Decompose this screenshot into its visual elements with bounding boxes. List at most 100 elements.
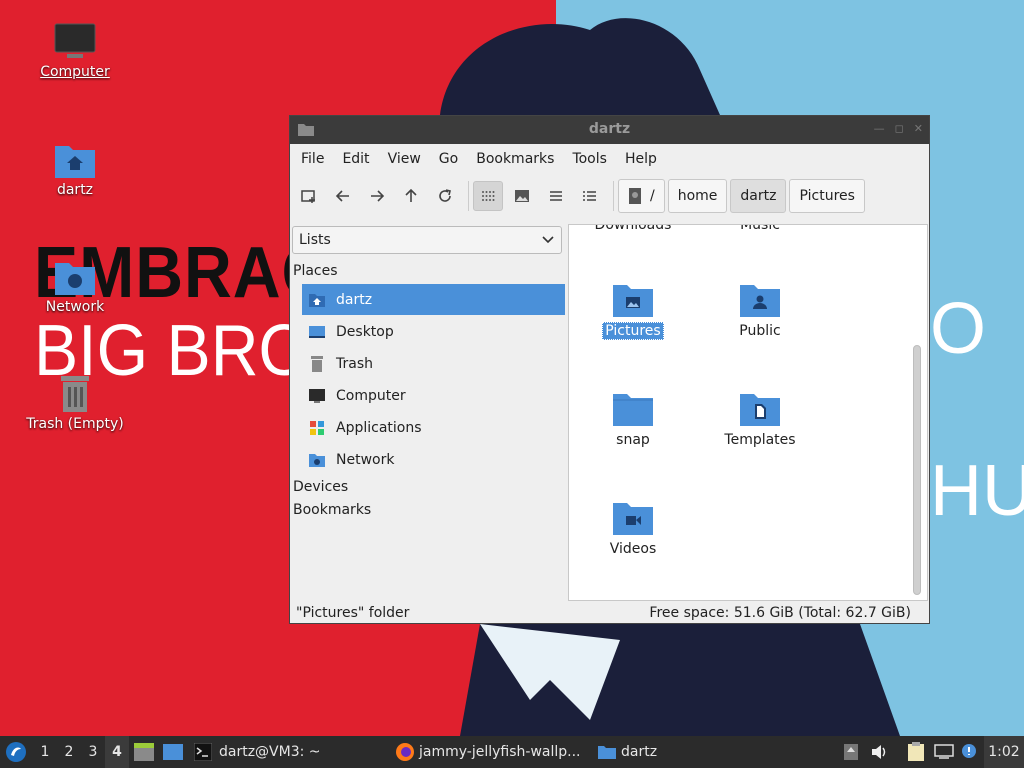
tray-updates[interactable] [843,736,859,768]
tray-network[interactable] [934,736,954,768]
detailed-view-button[interactable] [575,181,605,211]
thumbnail-view-button[interactable] [507,181,537,211]
toolbar-separator [468,181,469,211]
sidebar-item-label: Computer [336,387,406,404]
clock[interactable]: 1:02 [984,736,1024,768]
reload-icon [439,189,451,202]
desktop-icon-home-folder[interactable]: dartz [20,140,130,198]
workspace-4[interactable]: 4 [105,736,129,768]
sidebar-item-desktop[interactable]: Desktop [302,316,565,347]
close-icon[interactable]: ✕ [914,122,923,135]
applications-icon [310,420,324,435]
templates-folder-icon [740,394,780,426]
start-menu-button[interactable] [4,736,28,768]
file-item-templates[interactable]: Templates [696,390,824,448]
new-tab-icon [301,190,315,203]
new-tab-button[interactable] [294,181,324,211]
file-item-downloads[interactable]: Downloads [569,225,697,233]
sidebar: Lists Places dartz Desktop Trash Compute… [290,224,566,600]
file-manager-launcher[interactable] [133,736,155,768]
task-firefox[interactable]: jammy-jellyfish-wallp... [395,736,581,768]
wallpaper-text-right2: HUD [930,451,1024,531]
taskbar: 1 2 3 4 dartz@VM3: ~ jammy-jellyfish-wal… [0,736,1024,768]
desktop-icon [163,744,183,760]
breadcrumb-label: Pictures [799,188,855,204]
reload-button[interactable] [430,181,460,211]
desktop-icon-label: Network [45,299,105,315]
menu-help[interactable]: Help [616,151,666,167]
show-desktop-button[interactable] [162,736,184,768]
maximize-icon[interactable]: ◻ [895,122,904,135]
network-folder-icon [309,453,325,467]
tray-clipboard[interactable] [907,736,925,768]
up-button[interactable] [396,181,426,211]
file-label: snap [616,432,650,448]
sidebar-mode-value: Lists [299,232,331,248]
workspace-2[interactable]: 2 [57,736,81,768]
breadcrumb-label: home [677,188,718,204]
vertical-scrollbar[interactable] [913,233,921,595]
breadcrumb-label: / [650,188,655,204]
sidebar-header-bookmarks[interactable]: Bookmarks [293,502,371,518]
file-item-videos[interactable]: Videos [569,499,697,557]
desktop-icon-network[interactable]: Network [20,257,130,315]
breadcrumb-home[interactable]: home [667,179,728,213]
computer-icon [54,23,96,58]
menu-file[interactable]: File [292,151,333,167]
network-folder-icon [55,263,95,295]
file-item-pictures[interactable]: Pictures [569,281,697,340]
home-folder-icon [55,146,95,178]
file-item-snap[interactable]: snap [569,390,697,448]
folder-icon [598,746,616,759]
file-label: Music [740,224,780,233]
desktop-icon-computer[interactable]: Computer [20,22,130,80]
back-button[interactable] [328,181,358,211]
file-item-music[interactable]: Music [696,224,824,233]
file-item-public[interactable]: Public [696,281,824,339]
breadcrumb-pictures[interactable]: Pictures [789,179,865,213]
sidebar-item-computer[interactable]: Computer [302,380,565,411]
forward-button[interactable] [362,181,392,211]
menu-tools[interactable]: Tools [563,151,616,167]
sidebar-item-dartz[interactable]: dartz [302,284,565,315]
info-alert-icon [962,744,976,758]
compact-view-button[interactable] [541,181,571,211]
workspace-1[interactable]: 1 [33,736,57,768]
sidebar-item-network[interactable]: Network [302,444,565,475]
breadcrumb-root[interactable]: / [618,179,665,213]
sidebar-mode-select[interactable]: Lists [292,226,562,254]
tray-volume[interactable] [871,736,889,768]
detail-list-icon [583,191,596,201]
workspace-3[interactable]: 3 [81,736,105,768]
icon-view-button[interactable] [473,181,503,211]
breadcrumb-dartz[interactable]: dartz [730,179,787,213]
arrow-up-icon [405,188,417,202]
window-titlebar[interactable]: dartz — ◻ ✕ [290,116,929,144]
file-view: Downloads Music Pictures Public snap Tem… [568,224,928,601]
menu-go[interactable]: Go [430,151,467,167]
file-manager-window: dartz — ◻ ✕ File Edit View Go Bookmarks … [289,115,930,624]
task-file-manager[interactable]: dartz [597,736,657,768]
file-label: Templates [724,432,796,448]
trash-icon [61,376,89,412]
sidebar-item-applications[interactable]: Applications [302,412,565,443]
tray-notifications[interactable] [961,736,979,768]
trash-icon [311,355,323,372]
task-terminal[interactable]: dartz@VM3: ~ [194,736,321,768]
folder-icon [613,394,653,426]
sidebar-item-label: dartz [336,291,373,308]
sidebar-item-label: Trash [336,355,373,372]
sidebar-item-label: Desktop [336,323,394,340]
desktop-icon-trash[interactable]: Trash (Empty) [20,374,130,432]
desktop-icon-label: dartz [56,182,94,198]
home-folder-icon [309,293,325,307]
sidebar-item-trash[interactable]: Trash [302,348,565,379]
sidebar-header-devices[interactable]: Devices [293,479,348,495]
task-label: jammy-jellyfish-wallp... [419,744,581,760]
menu-bookmarks[interactable]: Bookmarks [467,151,563,167]
minimize-icon[interactable]: — [874,122,885,135]
menu-view[interactable]: View [379,151,430,167]
menu-edit[interactable]: Edit [333,151,378,167]
scrollbar-thumb[interactable] [913,345,921,595]
file-label: Videos [609,541,657,557]
